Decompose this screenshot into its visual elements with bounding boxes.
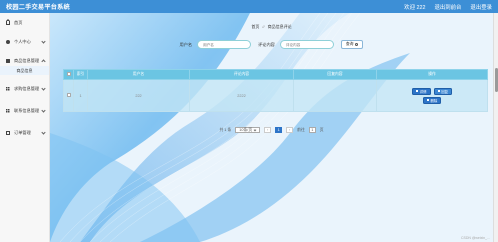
sidebar-item-orders[interactable]: 订单管理 [0,127,49,138]
delete-button-label: 删除 [430,98,438,103]
grid-icon [6,108,10,113]
sidebar-item-label: 首页 [14,19,23,25]
table-header-row: 索引 用户名 评论内容 回复内容 操作 [63,69,488,80]
chevron-down-icon [41,85,46,91]
exit-to-front-link[interactable]: 退出到前台 [434,3,461,11]
edit-icon [437,89,440,93]
sidebar-item-goods[interactable]: 商品信息管理 [0,55,49,66]
edit-button[interactable]: 回复 [433,87,452,95]
watermark: CSDN @weixin_... [460,236,490,240]
row-checkbox[interactable] [66,93,71,97]
sidebar-item-profile[interactable]: 个人中心 [0,36,49,47]
search-button[interactable]: 查询 [340,40,364,49]
cell-actions: 详情 回复 删除 [376,79,488,112]
chevron-down-icon [41,38,46,44]
breadcrumb-home[interactable]: 首页 [251,24,259,29]
sidebar-item-label: 求购信息管理 [14,85,40,91]
search-button-label: 查询 [345,42,354,46]
cell-reply [293,79,377,112]
goto-suffix: 页 [319,127,324,132]
pagination-total: 共 1 条 [219,127,232,132]
lock-icon [6,59,10,63]
search-icon [355,43,359,46]
grid-icon [6,86,10,91]
goto-prefix: 前往 [297,127,305,132]
app-title: 校园二手交易平台系统 [6,4,70,11]
sidebar-item-label: 个人中心 [14,38,31,44]
breadcrumb-current: 商品信息评论 [267,24,292,29]
select-all-cell[interactable] [63,69,74,80]
username-input[interactable] [197,40,252,49]
delete-button[interactable]: 删除 [422,96,442,104]
sidebar-item-label: 订单管理 [14,129,31,135]
breadcrumb: 首页//商品信息评论 [50,24,493,30]
sidebar-item-contact[interactable]: 联系信息管理 [0,105,49,116]
detail-button[interactable]: 详情 [412,87,431,95]
page-size-select[interactable]: 10条/页 [235,127,261,133]
cell-username: 222 [87,79,190,112]
goto-page-input[interactable]: 1 [308,127,316,133]
user-greeting: 欢迎 222 [404,4,426,11]
comment-input[interactable] [279,40,334,49]
home-icon [5,18,10,26]
logout-link[interactable]: 退出登录 [470,3,492,11]
chevron-down-icon [41,129,46,135]
search-bar: 用户名 评论内容 查询 [50,40,493,49]
breadcrumb-separator: // [262,24,265,29]
sidebar-item-label: 联系信息管理 [14,107,40,113]
column-header-actions: 操作 [376,69,488,80]
prev-page-button[interactable]: ‹ [264,127,272,133]
comment-label: 评论内容 [258,41,275,47]
detail-icon [416,89,419,93]
sidebar-subitem-goods-info[interactable]: 商品信息 [0,66,49,75]
current-page-number[interactable]: 1 [275,127,283,133]
pagination: 共 1 条 10条/页 ‹ 1 › 前往 1 页 [50,127,493,133]
page-size-value: 10条/页 [239,127,253,132]
chevron-up-icon [41,59,46,64]
cell-index: 1 [73,79,88,112]
column-header-index: 索引 [73,69,88,80]
cell-comment: 2222 [189,79,294,112]
select-all-checkbox[interactable] [66,72,71,76]
vertical-scrollbar[interactable] [493,13,498,242]
user-icon [6,39,10,44]
top-bar: 校园二手交易平台系统 欢迎 222 退出到前台 退出登录 [0,0,498,13]
sidebar: 首页 个人中心 商品信息管理 商品信息 求购信息管理 联系信息管理 订单管理 [0,13,50,242]
card-icon [6,130,10,135]
main-content: 首页//商品信息评论 用户名 评论内容 查询 索引 用户名 评论内容 回复内容 [50,13,493,242]
sidebar-item-home[interactable]: 首页 [0,17,49,28]
delete-icon [426,98,429,102]
chevron-down-icon [253,128,257,131]
next-page-button[interactable]: › [286,127,294,133]
sidebar-item-wanted[interactable]: 求购信息管理 [0,83,49,94]
username-label: 用户名 [179,41,193,47]
edit-button-label: 回复 [441,89,448,94]
detail-button-label: 详情 [419,89,427,94]
chevron-down-icon [41,107,46,113]
sidebar-item-label: 商品信息管理 [14,57,40,63]
column-header-username: 用户名 [87,69,190,80]
top-right-menu: 欢迎 222 退出到前台 退出登录 [404,3,492,11]
table-row: 1 222 2222 详情 回复 删除 [63,79,488,112]
comment-table: 索引 用户名 评论内容 回复内容 操作 1 222 2222 详情 回复 删除 [63,69,488,112]
row-select-cell[interactable] [63,79,74,112]
column-header-comment: 评论内容 [189,69,294,80]
column-header-reply: 回复内容 [293,69,377,80]
